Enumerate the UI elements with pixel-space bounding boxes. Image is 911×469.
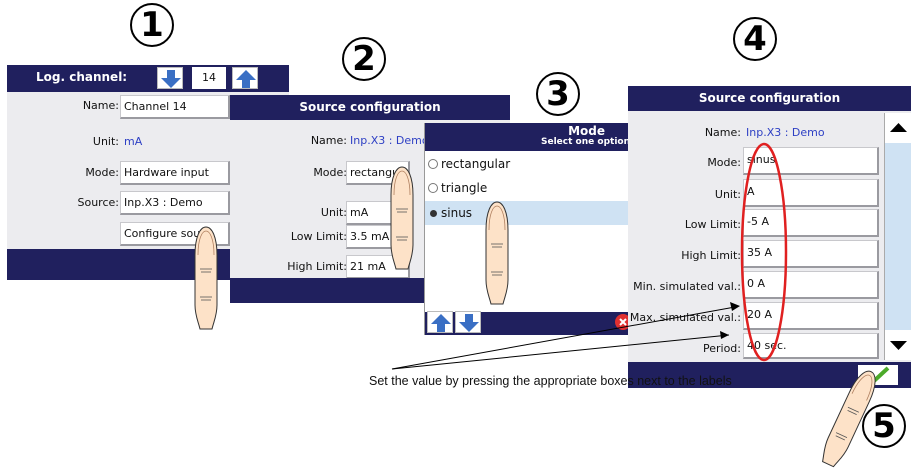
finger-pointer-icon	[820, 366, 880, 469]
finger-pointer-icon	[485, 201, 509, 305]
finger-pointer-icon	[390, 166, 414, 270]
highlight-oval	[391, 142, 788, 370]
instruction-note: Set the value by pressing the appropriat…	[369, 374, 732, 388]
finger-pointer-icon	[194, 226, 218, 330]
